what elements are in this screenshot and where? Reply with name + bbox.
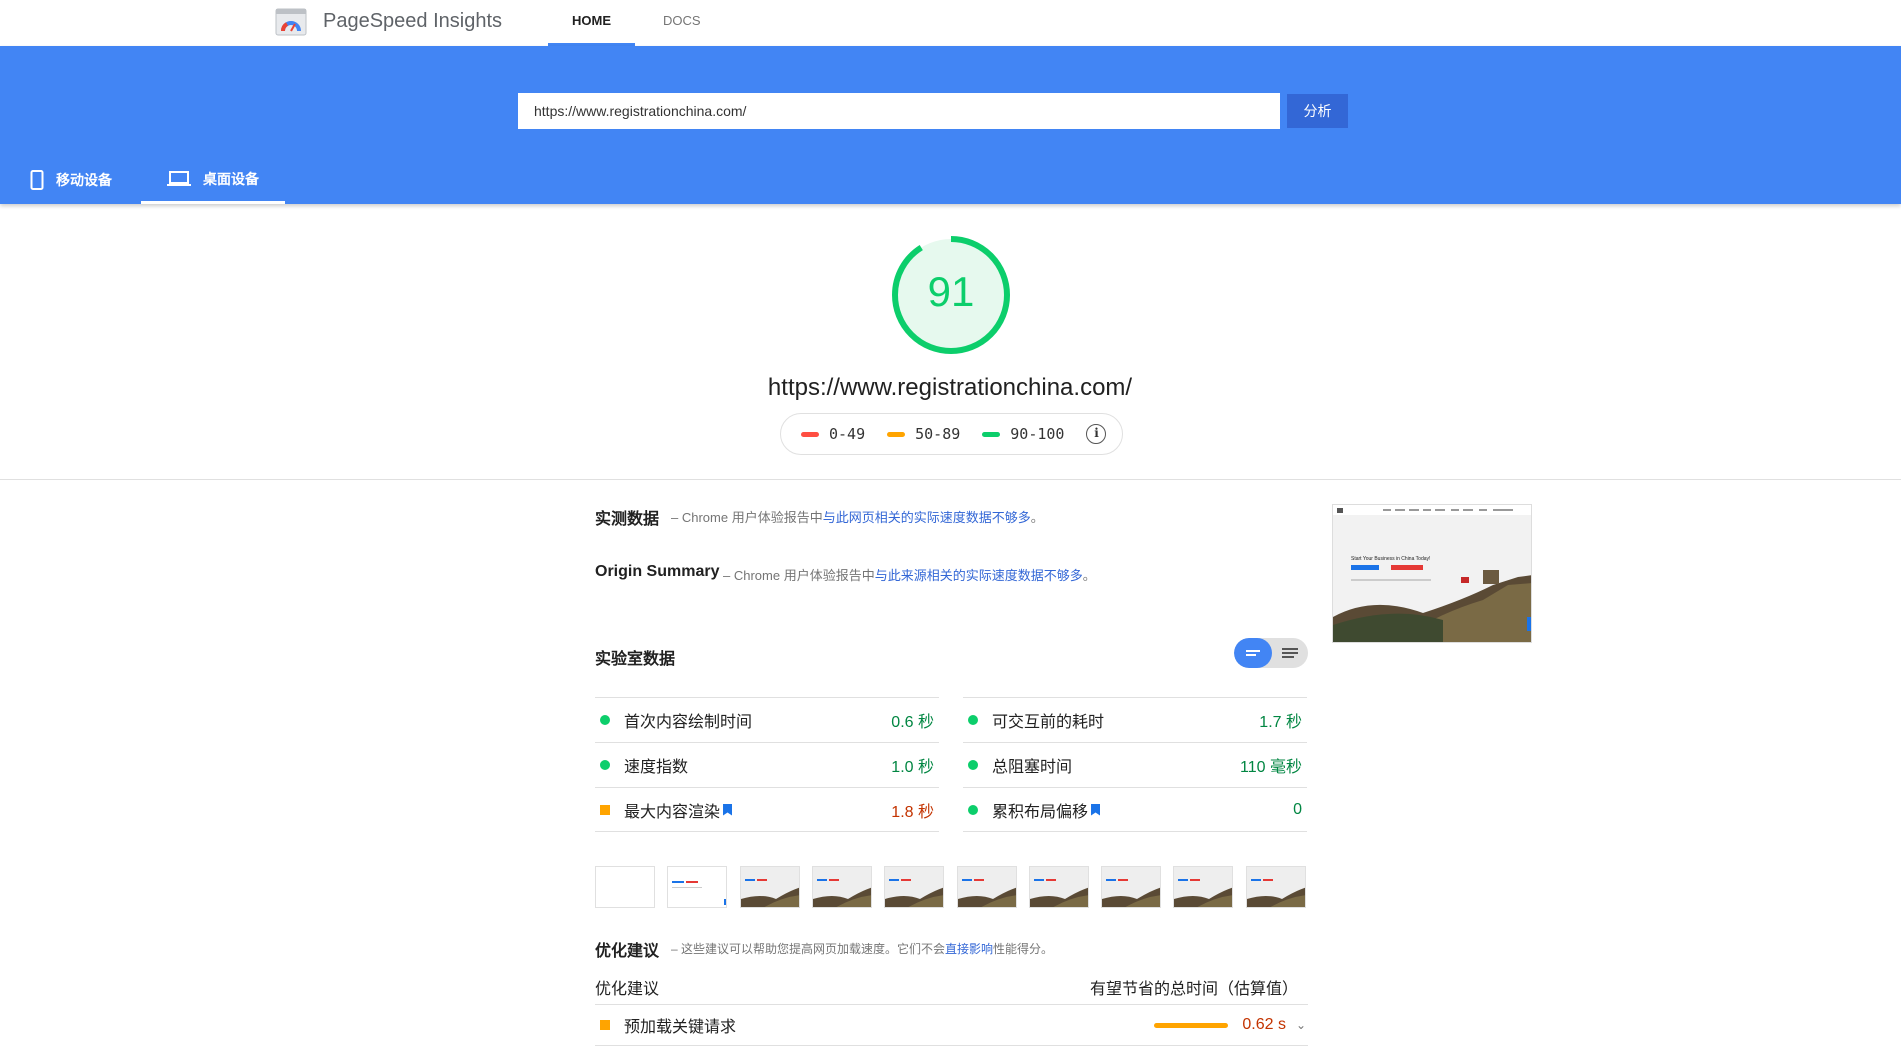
origin-summary-title: Origin Summary xyxy=(595,563,720,580)
opportunities-title: 优化建议 xyxy=(595,943,660,960)
metric-value: 0 xyxy=(1293,800,1302,818)
metric-lcp: 最大内容渲染 1.8 秒 xyxy=(595,787,939,832)
opportunity-column-label: 优化建议 xyxy=(595,981,660,998)
opportunities-desc: – 这些建议可以帮助您提高网页加载速度。它们不会直接影响性能得分。 xyxy=(671,940,1053,957)
filmstrip-frame xyxy=(667,866,728,908)
phone-icon xyxy=(30,170,44,190)
tab-mobile-label: 移动设备 xyxy=(56,172,112,188)
tab-desktop[interactable]: 桌面设备 xyxy=(141,156,285,204)
metrics-left: 首次内容绘制时间 0.6 秒 速度指数 1.0 秒 最大内容渲染 1.8 秒 xyxy=(595,697,939,832)
opportunities-header: 优化建议 有望节省的总时间（估算值） xyxy=(595,975,1308,999)
score-legend: 0-49 50-89 90-100 i xyxy=(780,413,1123,455)
score-value: 91 xyxy=(927,268,975,315)
direct-impact-link[interactable]: 直接影响 xyxy=(945,942,993,956)
origin-desc-prefix: – Chrome 用户体验报告中 xyxy=(723,568,875,583)
toggle-compact-button[interactable] xyxy=(1234,638,1272,668)
legend-good-swatch xyxy=(982,431,1001,437)
field-data-link[interactable]: 与此网页相关的实际速度数据不够多 xyxy=(823,510,1031,525)
legend-good: 90-100 xyxy=(982,425,1064,443)
thumb-headline: Start Your Business in China Today! xyxy=(1351,556,1430,562)
opportunity-label: 预加载关键请求 xyxy=(624,1019,737,1036)
metrics-right: 可交互前的耗时 1.7 秒 总阻塞时间 110 毫秒 累积布局偏移 0 xyxy=(963,697,1307,832)
status-good-icon xyxy=(600,715,610,725)
filmstrip-frame xyxy=(595,866,655,908)
opportunities-desc-suffix: 性能得分。 xyxy=(993,942,1054,956)
info-icon[interactable]: i xyxy=(1086,424,1107,444)
status-average-icon xyxy=(600,1020,610,1030)
search-band: 分析 移动设备 桌面设备 xyxy=(0,46,1901,204)
laptop-icon xyxy=(167,170,191,188)
legend-average-label: 50-89 xyxy=(915,425,961,443)
filmstrip-frame xyxy=(739,866,800,908)
metric-label: 速度指数 xyxy=(624,759,689,776)
final-screenshot: Start Your Business in China Today! xyxy=(1332,504,1532,643)
metric-label: 总阻塞时间 xyxy=(992,759,1073,776)
filmstrip-frame xyxy=(956,866,1017,908)
status-average-icon xyxy=(600,804,610,815)
status-good-icon xyxy=(600,760,610,770)
bookmark-icon xyxy=(1091,803,1101,816)
status-good-icon xyxy=(968,760,978,770)
filmstrip-frame xyxy=(884,866,945,908)
tab-desktop-label: 桌面设备 xyxy=(203,170,259,187)
filmstrip-frame xyxy=(1101,866,1162,908)
filmstrip-frame xyxy=(811,866,872,908)
metric-fcp: 首次内容绘制时间 0.6 秒 xyxy=(595,697,939,742)
metric-label: 可交互前的耗时 xyxy=(992,714,1105,731)
metric-label: 最大内容渲染 xyxy=(624,803,721,821)
divider xyxy=(0,479,1901,480)
origin-summary-desc: – Chrome 用户体验报告中与此来源相关的实际速度数据不够多。 xyxy=(723,565,1096,584)
metric-value: 1.7 秒 xyxy=(1259,714,1302,731)
metric-tbt: 总阻塞时间 110 毫秒 xyxy=(963,742,1307,787)
nav-docs-tab[interactable]: DOCS xyxy=(639,0,725,46)
metric-label: 首次内容绘制时间 xyxy=(624,714,753,731)
top-bar: PageSpeed Insights HOME DOCS xyxy=(0,0,1901,46)
metric-value: 0.6 秒 xyxy=(891,714,934,731)
legend-average: 50-89 xyxy=(887,425,960,443)
metrics-view-toggle[interactable] xyxy=(1234,638,1308,668)
lab-data-title: 实验室数据 xyxy=(595,651,676,668)
savings-column-label: 有望节省的总时间（估算值） xyxy=(1089,981,1298,998)
field-desc-suffix: 。 xyxy=(1030,510,1044,525)
legend-poor-label: 0-49 xyxy=(829,425,866,443)
url-input[interactable] xyxy=(518,93,1280,129)
opportunity-row-preload[interactable]: 预加载关键请求 0.62 s ⌄ xyxy=(595,1004,1308,1046)
pagespeed-logo-icon[interactable] xyxy=(275,8,307,36)
legend-poor: 0-49 xyxy=(801,425,865,443)
status-good-icon xyxy=(968,804,978,815)
legend-good-label: 90-100 xyxy=(1010,425,1065,443)
filmstrip-frame xyxy=(1245,866,1306,908)
legend-poor-swatch xyxy=(801,431,819,437)
filmstrip-frame xyxy=(1173,866,1234,908)
metric-cls: 累积布局偏移 0 xyxy=(963,787,1307,832)
metric-label: 累积布局偏移 xyxy=(992,803,1089,821)
analyze-button[interactable]: 分析 xyxy=(1287,94,1348,128)
bookmark-icon xyxy=(723,803,733,816)
field-data-title: 实测数据 xyxy=(595,511,660,528)
score-url: https://www.registrationchina.com/ xyxy=(767,374,1133,401)
opportunities-desc-prefix: – 这些建议可以帮助您提高网页加载速度。它们不会 xyxy=(671,942,946,956)
metric-tti: 可交互前的耗时 1.7 秒 xyxy=(963,697,1307,742)
toggle-expanded-button[interactable] xyxy=(1272,638,1308,668)
legend-average-swatch xyxy=(887,431,906,437)
filmstrip-frame xyxy=(1028,866,1089,908)
origin-desc-suffix: 。 xyxy=(1082,568,1096,583)
field-data-desc: – Chrome 用户体验报告中与此网页相关的实际速度数据不够多。 xyxy=(671,507,1044,526)
chevron-down-icon[interactable]: ⌄ xyxy=(1296,1018,1306,1032)
savings-value: 0.62 s xyxy=(1242,1016,1286,1033)
metric-speed-index: 速度指数 1.0 秒 xyxy=(595,742,939,787)
status-good-icon xyxy=(968,715,978,725)
savings-bar xyxy=(1154,1022,1228,1028)
origin-data-link[interactable]: 与此来源相关的实际速度数据不够多 xyxy=(875,568,1083,583)
app-title[interactable]: PageSpeed Insights xyxy=(323,10,502,33)
field-desc-prefix: – Chrome 用户体验报告中 xyxy=(671,510,823,525)
tab-mobile[interactable]: 移动设备 xyxy=(4,156,138,204)
metric-value: 110 毫秒 xyxy=(1240,759,1302,776)
metric-value: 1.8 秒 xyxy=(891,803,934,821)
metric-value: 1.0 秒 xyxy=(891,759,934,776)
nav-home-tab[interactable]: HOME xyxy=(548,0,635,46)
